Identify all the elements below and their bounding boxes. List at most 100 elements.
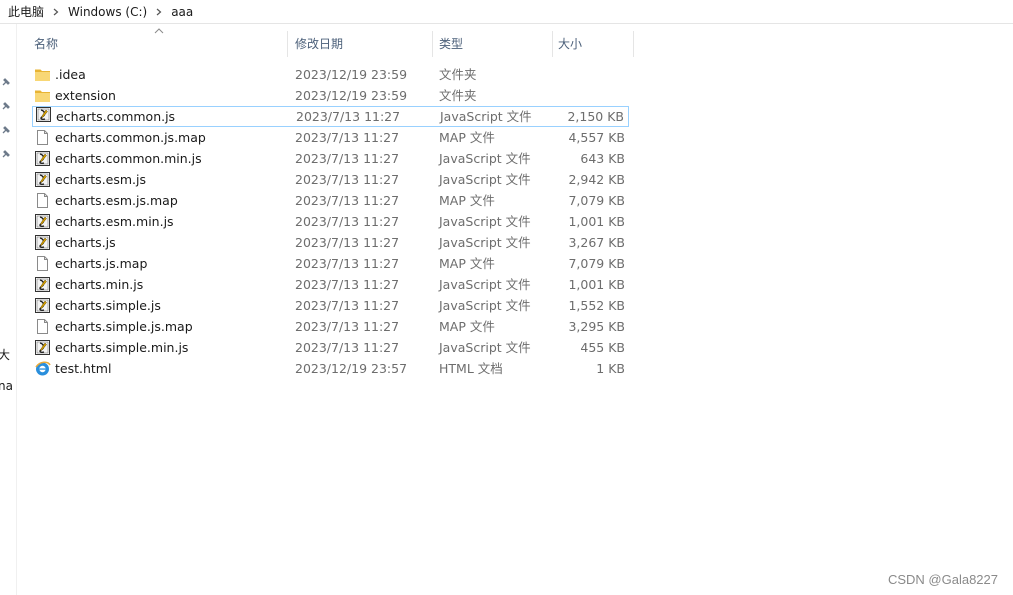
file-date: 2023/7/13 11:27 xyxy=(295,151,400,166)
file-type: 文件夹 xyxy=(439,67,477,82)
column-header-size[interactable]: 大小 xyxy=(554,29,634,59)
column-header-date[interactable]: 修改日期 xyxy=(291,29,433,59)
column-header-label: 名称 xyxy=(34,37,59,51)
file-size: 4,557 KB xyxy=(568,130,625,145)
file-row[interactable]: echarts.simple.js.map 2023/7/13 11:27 MAP … xyxy=(32,316,629,337)
file-date: 2023/7/13 11:27 xyxy=(295,235,400,250)
file-date: 2023/7/13 11:27 xyxy=(295,340,400,355)
file-name: .idea xyxy=(55,67,86,82)
column-header-name[interactable]: 名称 xyxy=(30,28,288,59)
file-type: JavaScript 文件 xyxy=(439,298,531,313)
column-divider[interactable] xyxy=(287,31,288,57)
file-type: MAP 文件 xyxy=(439,130,495,145)
html-file-icon xyxy=(34,360,51,377)
file-size: 1,001 KB xyxy=(568,277,625,292)
chevron-right-icon[interactable] xyxy=(149,8,169,16)
file-name: echarts.simple.min.js xyxy=(55,340,189,355)
file-size: 7,079 KB xyxy=(568,193,625,208)
file-size: 1,001 KB xyxy=(568,214,625,229)
column-header-type[interactable]: 类型 xyxy=(435,29,553,59)
file-size: 3,295 KB xyxy=(568,319,625,334)
nav-item-fragment[interactable]: 大 xyxy=(0,346,14,363)
file-name: test.html xyxy=(55,361,112,376)
file-name: echarts.common.min.js xyxy=(55,151,202,166)
folder-icon xyxy=(34,87,51,104)
address-bar[interactable]: 此电脑 Windows (C:) aaa xyxy=(0,0,1013,24)
file-type: JavaScript 文件 xyxy=(439,214,531,229)
file-name: echarts.js xyxy=(55,235,116,250)
file-date: 2023/12/19 23:59 xyxy=(295,88,408,103)
generic-file-icon xyxy=(34,129,51,146)
column-header-label: 类型 xyxy=(439,37,464,51)
pin-icon[interactable] xyxy=(0,148,12,160)
file-name: extension xyxy=(55,88,116,103)
navigation-pane: 大 na xyxy=(0,24,17,595)
generic-file-icon xyxy=(34,192,51,209)
column-divider[interactable] xyxy=(552,31,553,57)
file-type: MAP 文件 xyxy=(439,319,495,334)
file-row[interactable]: echarts.common.min.js 2023/7/13 11:27 Java… xyxy=(32,148,629,169)
file-date: 2023/7/13 11:27 xyxy=(295,214,400,229)
js-file-icon xyxy=(35,106,52,123)
file-date: 2023/7/13 11:27 xyxy=(295,277,400,292)
js-file-icon xyxy=(34,339,51,356)
pin-icon[interactable] xyxy=(0,100,12,112)
file-row[interactable]: echarts.esm.js.map 2023/7/13 11:27 MAP 文件 7… xyxy=(32,190,629,211)
file-name: echarts.esm.js.map xyxy=(55,193,178,208)
file-row[interactable]: test.html 2023/12/19 23:57 HTML 文档 1 KB xyxy=(32,358,629,379)
column-divider[interactable] xyxy=(432,31,433,57)
file-row[interactable]: echarts.js.map 2023/7/13 11:27 MAP 文件 7,079… xyxy=(32,253,629,274)
file-date: 2023/12/19 23:59 xyxy=(295,67,408,82)
file-date: 2023/7/13 11:27 xyxy=(295,130,400,145)
js-file-icon xyxy=(34,213,51,230)
file-row[interactable]: echarts.min.js 2023/7/13 11:27 JavaScript … xyxy=(32,274,629,295)
nav-item-fragment[interactable]: na xyxy=(0,379,14,393)
file-size: 3,267 KB xyxy=(568,235,625,250)
column-headers: 名称 修改日期 类型 大小 xyxy=(30,28,635,59)
file-name: echarts.common.js.map xyxy=(55,130,206,145)
file-type: JavaScript 文件 xyxy=(439,340,531,355)
file-date: 2023/7/13 11:27 xyxy=(295,172,400,187)
file-name: echarts.esm.min.js xyxy=(55,214,174,229)
pin-icon[interactable] xyxy=(0,76,12,88)
generic-file-icon xyxy=(34,255,51,272)
breadcrumb-item[interactable]: aaa xyxy=(169,4,195,20)
file-size: 7,079 KB xyxy=(568,256,625,271)
file-name: echarts.min.js xyxy=(55,277,144,292)
file-name: echarts.common.js xyxy=(56,109,176,124)
column-header-label: 修改日期 xyxy=(295,37,344,51)
column-divider[interactable] xyxy=(633,31,634,57)
file-type: 文件夹 xyxy=(439,88,477,103)
chevron-right-icon[interactable] xyxy=(46,8,66,16)
file-size: 643 KB xyxy=(580,151,625,166)
file-date: 2023/7/13 11:27 xyxy=(295,298,400,313)
column-header-label: 大小 xyxy=(558,37,583,51)
sort-ascending-icon xyxy=(154,28,164,34)
file-row[interactable]: echarts.esm.min.js 2023/7/13 11:27 JavaScr… xyxy=(32,211,629,232)
js-file-icon xyxy=(34,150,51,167)
file-row[interactable]: .idea 2023/12/19 23:59 文件夹 xyxy=(32,64,629,85)
folder-icon xyxy=(34,66,51,83)
breadcrumb: 此电脑 Windows (C:) aaa xyxy=(6,4,195,20)
file-row[interactable]: echarts.js 2023/7/13 11:27 JavaScript 文件 3,… xyxy=(32,232,629,253)
file-type: HTML 文档 xyxy=(439,361,503,376)
file-type: MAP 文件 xyxy=(439,193,495,208)
breadcrumb-item[interactable]: 此电脑 xyxy=(6,4,46,20)
file-row[interactable]: extension 2023/12/19 23:59 文件夹 xyxy=(32,85,629,106)
file-list: .idea 2023/12/19 23:59 文件夹 extension 2023/12… xyxy=(32,64,629,379)
file-type: MAP 文件 xyxy=(439,256,495,271)
breadcrumb-item[interactable]: Windows (C:) xyxy=(66,4,149,20)
file-type: JavaScript 文件 xyxy=(439,277,531,292)
file-row[interactable]: echarts.simple.min.js 2023/7/13 11:27 Java… xyxy=(32,337,629,358)
file-row[interactable]: echarts.common.js 2023/7/13 11:27 JavaScri… xyxy=(32,106,629,127)
file-row[interactable]: echarts.esm.js 2023/7/13 11:27 JavaScript … xyxy=(32,169,629,190)
file-size: 2,150 KB xyxy=(567,109,624,124)
file-name: echarts.simple.js.map xyxy=(55,319,193,334)
file-size: 1,552 KB xyxy=(568,298,625,313)
js-file-icon xyxy=(34,171,51,188)
file-row[interactable]: echarts.common.js.map 2023/7/13 11:27 MAP … xyxy=(32,127,629,148)
file-row[interactable]: echarts.simple.js 2023/7/13 11:27 JavaScri… xyxy=(32,295,629,316)
file-date: 2023/12/19 23:57 xyxy=(295,361,408,376)
pin-icon[interactable] xyxy=(0,124,12,136)
file-type: JavaScript 文件 xyxy=(440,109,532,124)
